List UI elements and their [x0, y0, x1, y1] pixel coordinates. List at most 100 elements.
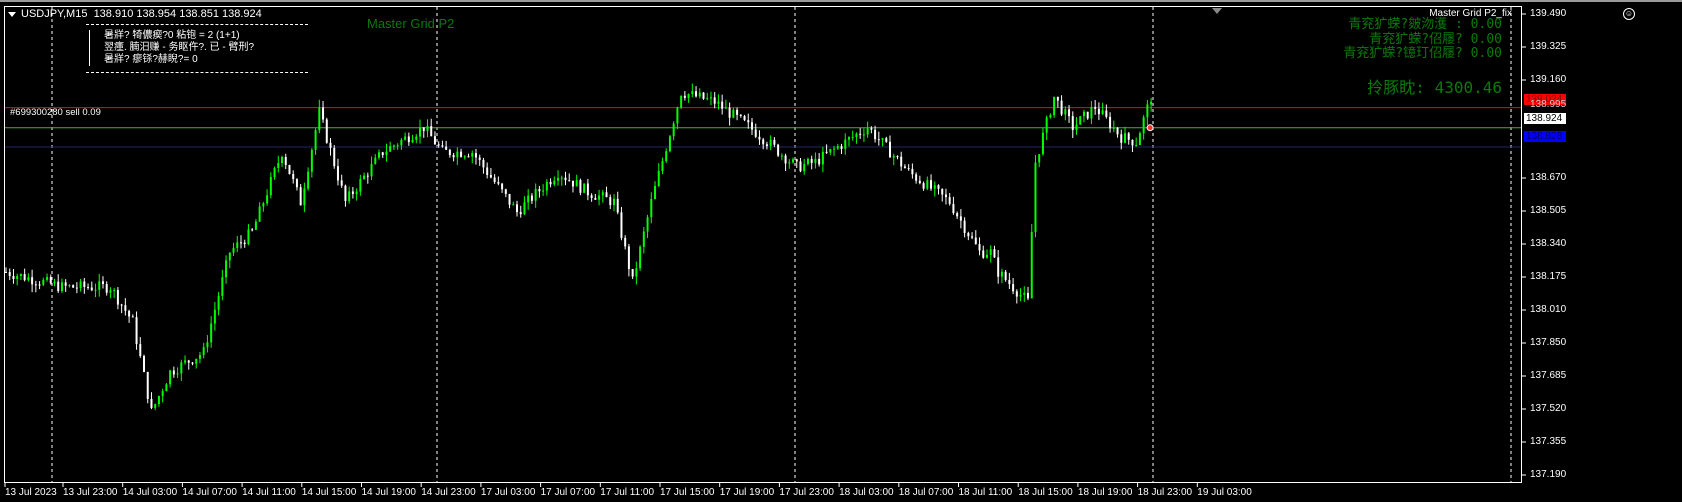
bear-candle: [937, 185, 940, 189]
bull-candle: [560, 177, 563, 179]
bear-candle: [135, 317, 138, 345]
bull-candle: [307, 171, 310, 189]
bear-candle: [885, 138, 888, 142]
bear-candle: [292, 174, 295, 180]
bull-candle: [1124, 133, 1126, 143]
blue-line-price-label: 138.828: [1524, 131, 1566, 142]
bull-candle: [545, 181, 548, 191]
bull-candle: [933, 185, 936, 189]
bear-candle: [765, 144, 768, 147]
price-tick-label: 138.505: [1530, 205, 1567, 216]
bear-candle: [1027, 293, 1030, 299]
bull-candle: [53, 281, 56, 284]
bull-candle: [583, 183, 586, 193]
bear-candle: [8, 272, 11, 277]
price-tick-label: 139.325: [1530, 41, 1567, 52]
order-label[interactable]: #699300280 sell 0.09: [10, 107, 101, 118]
bull-candle: [855, 133, 858, 138]
stat-line: 青兖犷蝾?佋屦? 0.00: [1369, 31, 1502, 47]
bear-candle: [366, 175, 369, 177]
bear-candle: [620, 212, 623, 238]
bull-candle: [724, 107, 727, 109]
bear-candle: [23, 274, 26, 281]
bull-candle: [1101, 110, 1104, 115]
bear-candle: [482, 159, 485, 168]
bear-candle: [978, 244, 981, 251]
dropdown-triangle-icon[interactable]: [8, 11, 16, 17]
smiley-icon[interactable]: ☺: [1623, 8, 1635, 20]
bull-candle: [1135, 145, 1138, 147]
bear-candle: [609, 197, 612, 206]
price-tick-label: 138.670: [1530, 172, 1567, 183]
bull-candle: [363, 175, 366, 180]
bear-candle: [128, 310, 131, 317]
bear-candle: [762, 139, 765, 145]
time-tick-label: 17 Jul 03:00: [480, 487, 536, 498]
bull-candle: [318, 107, 321, 131]
bull-candle: [1079, 116, 1082, 125]
bull-candle: [833, 148, 836, 150]
bull-candle: [46, 277, 49, 280]
bear-candle: [773, 139, 776, 145]
bull-candle: [676, 107, 679, 124]
bear-candle: [340, 180, 343, 186]
time-tick-label: 18 Jul 19:00: [1077, 487, 1133, 498]
bear-candle: [486, 167, 489, 175]
bull-candle: [98, 281, 101, 290]
bull-candle: [668, 136, 671, 152]
price-tick-label: 137.190: [1530, 469, 1567, 480]
bull-candle: [717, 101, 720, 104]
bull-candle: [254, 221, 257, 230]
bear-candle: [702, 92, 705, 99]
bear-candle: [777, 144, 780, 156]
bear-candle: [571, 180, 574, 187]
bear-candle: [728, 107, 731, 118]
bear-candle: [5, 271, 7, 273]
bear-candle: [911, 168, 914, 175]
price-tick-label: 137.355: [1530, 436, 1567, 447]
bear-candle: [508, 193, 511, 205]
bear-candle: [530, 195, 533, 201]
bull-candle: [277, 162, 280, 169]
bull-candle: [210, 323, 213, 343]
bear-candle: [191, 362, 194, 364]
bull-candle: [27, 277, 30, 281]
bear-candle: [12, 276, 15, 280]
bear-candle: [57, 281, 60, 292]
bear-candle: [381, 152, 384, 156]
bear-candle: [31, 277, 34, 285]
bear-candle: [683, 95, 686, 98]
bull-candle: [1138, 133, 1141, 146]
bear-candle: [87, 287, 90, 289]
bull-candle: [803, 164, 806, 172]
bull-candle: [392, 145, 395, 147]
bull-candle: [680, 95, 683, 108]
bull-candle: [814, 158, 817, 163]
bull-candle: [1142, 117, 1145, 134]
bear-candle: [467, 156, 470, 158]
bear-candle: [747, 120, 750, 123]
bear-candle: [516, 204, 519, 213]
bear-candle: [445, 146, 448, 150]
bear-candle: [758, 136, 761, 140]
bull-candle: [512, 204, 515, 206]
bear-candle: [1004, 271, 1007, 280]
time-tick-label: 18 Jul 11:00: [958, 487, 1013, 498]
bull-candle: [221, 277, 224, 296]
bear-candle: [1015, 291, 1018, 297]
bear-candle: [1086, 111, 1089, 119]
bull-candle: [601, 192, 604, 196]
bull-candle: [400, 139, 403, 146]
bear-candle: [295, 179, 298, 188]
bull-candle: [161, 391, 164, 397]
bull-candle: [646, 217, 649, 232]
chart-shift-marker-icon[interactable]: [1212, 8, 1222, 14]
bear-candle: [877, 139, 880, 141]
bear-candle: [501, 183, 504, 190]
bull-candle: [847, 137, 850, 140]
bear-candle: [739, 114, 742, 116]
bull-candle: [1064, 109, 1067, 115]
bull-candle: [1045, 117, 1048, 133]
bear-candle: [564, 177, 567, 181]
bear-candle: [497, 182, 500, 184]
